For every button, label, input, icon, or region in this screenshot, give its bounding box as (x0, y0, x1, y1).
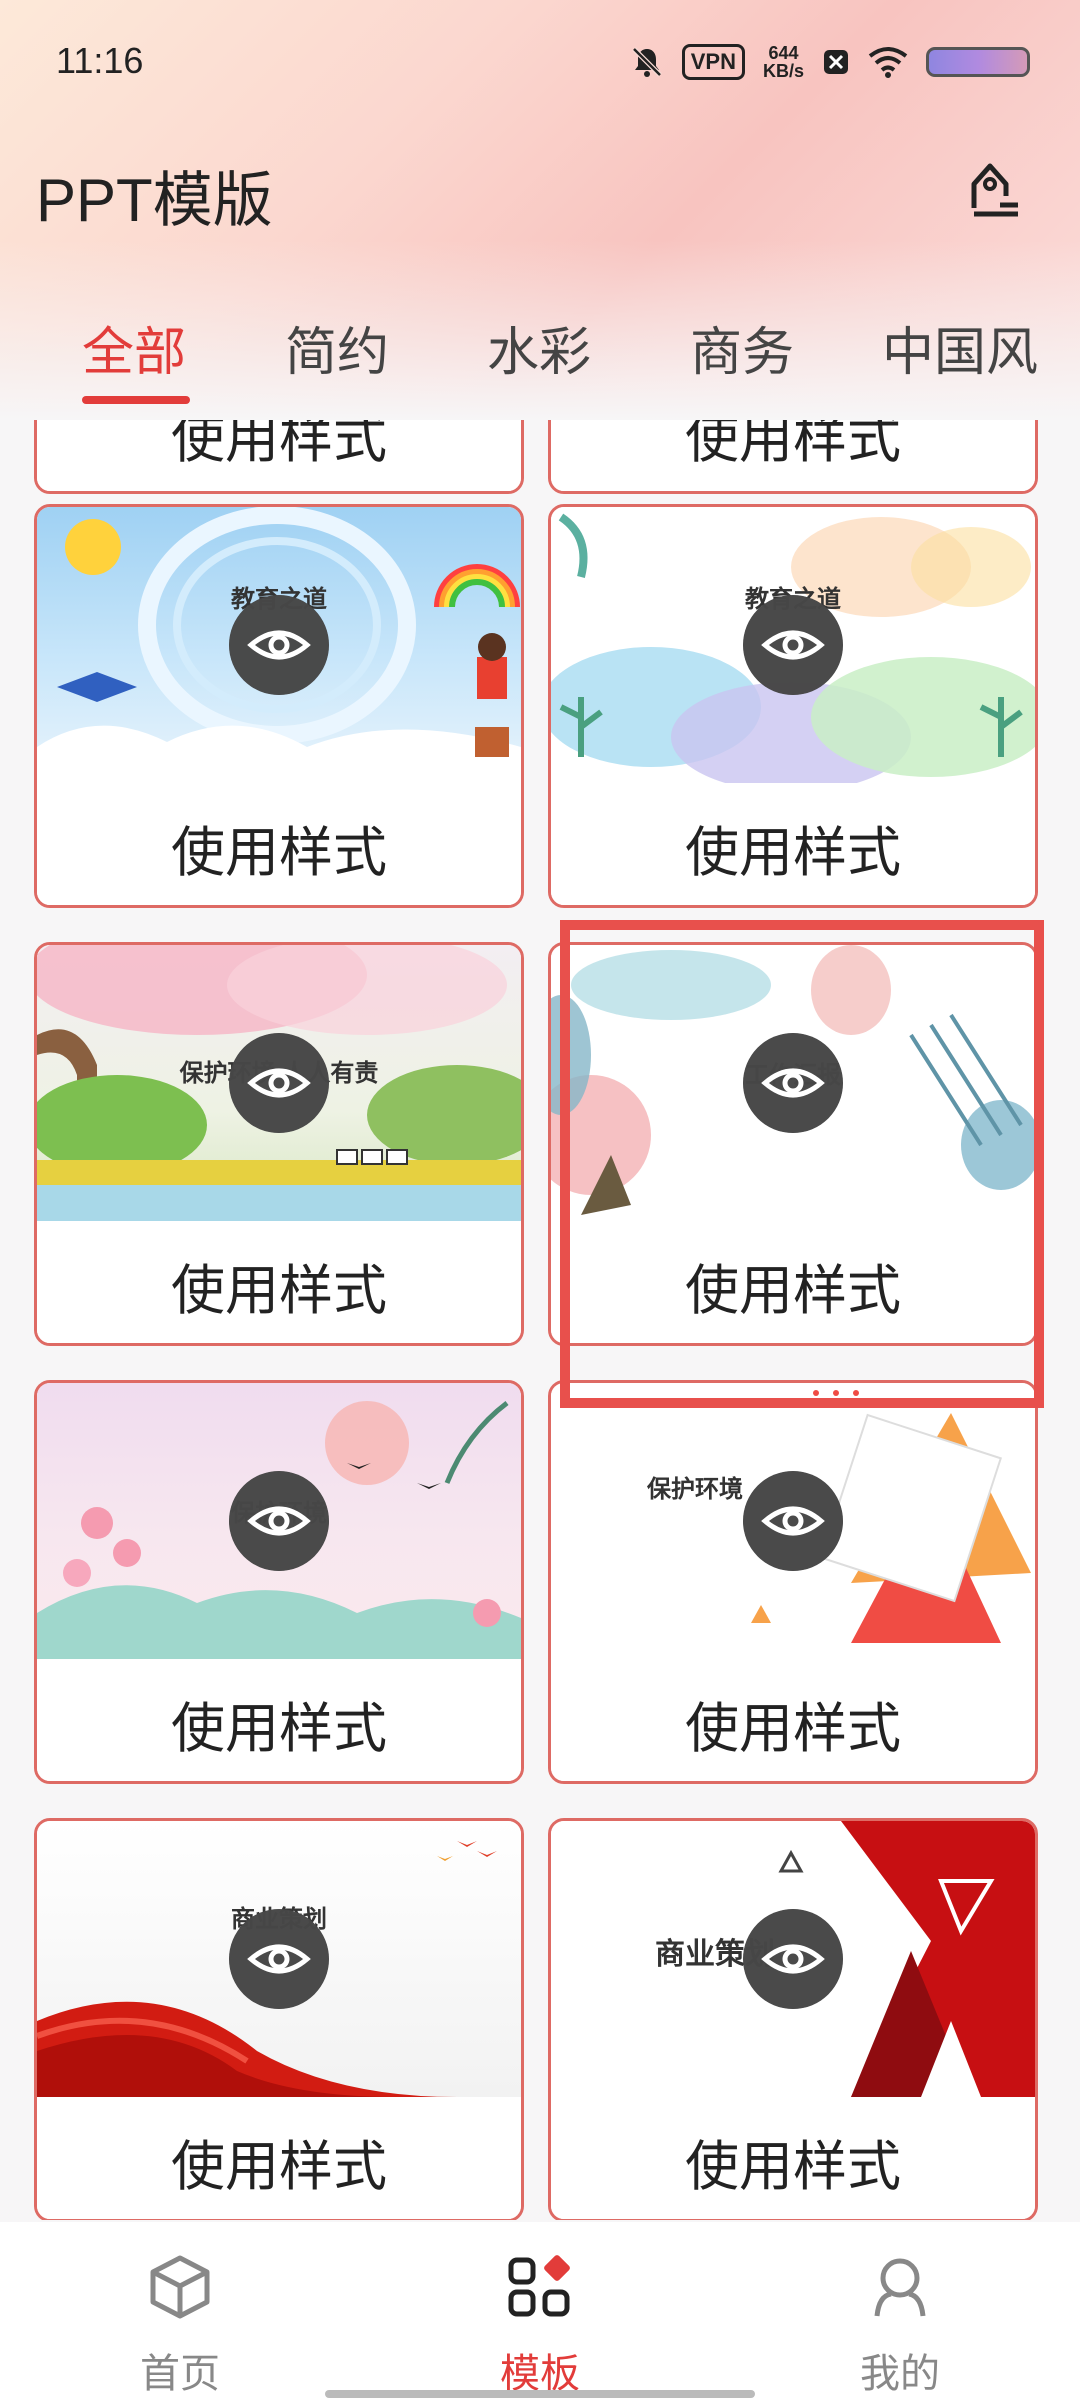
network-speed-unit: KB/s (762, 61, 804, 81)
use-style-button[interactable]: 使用样式 (37, 2097, 521, 2219)
preview-eye-icon[interactable] (229, 1471, 329, 1571)
nav-label-mine: 我的 (860, 2352, 940, 2396)
template-thumbnail: 教育之道 (551, 507, 1035, 783)
use-style-button[interactable]: 使用样式 (37, 1659, 521, 1781)
user-icon (874, 2258, 926, 2317)
template-card[interactable]: 使用样式 (34, 420, 524, 494)
use-style-button[interactable]: 使用样式 (37, 1221, 521, 1343)
template-thumbnail: 保护环境 人人有责 (37, 945, 521, 1221)
template-card[interactable]: 使用样式 (548, 420, 1038, 494)
tab-business[interactable]: 商务 (690, 310, 794, 385)
bottom-nav: 首页 模板 我的 (0, 2222, 1080, 2408)
preview-eye-icon[interactable] (229, 595, 329, 695)
wifi-icon (868, 47, 908, 78)
nav-item-templates[interactable]: 模板 (440, 2252, 640, 2399)
cube-icon (150, 2255, 210, 2319)
tab-simple[interactable]: 简约 (285, 310, 389, 385)
template-card[interactable]: 保护环境 使用样式 (34, 1380, 524, 1784)
mute-bell-icon (631, 47, 662, 77)
template-card[interactable]: 教育之道 使用样式 (34, 504, 524, 908)
use-style-button[interactable]: 使用样式 (551, 2097, 1035, 2219)
page-title: PPT模版 (36, 167, 273, 234)
template-thumbnail: 商业策划 (551, 1821, 1035, 2097)
status-icons: VPN 644 KB/s (630, 40, 1030, 84)
screen: 11:16 VPN 644 KB/s PPT模版 全部 简约 水彩 商务 中国风… (0, 0, 1080, 2408)
template-card[interactable]: 工作汇报 使用样式 (548, 942, 1038, 1346)
template-thumbnail: 工作汇报 (551, 945, 1035, 1221)
template-card[interactable]: 教育之道 使用样式 (548, 504, 1038, 908)
category-tabs: 全部 简约 水彩 商务 中国风 (0, 300, 1080, 420)
preview-eye-icon[interactable] (743, 1909, 843, 2009)
tab-active-indicator (82, 396, 190, 404)
template-card[interactable]: 商业策划 使用样式 (34, 1818, 524, 2220)
edit-note-icon[interactable] (960, 158, 1024, 222)
use-style-button[interactable]: 使用样式 (37, 420, 521, 491)
use-style-button[interactable]: 使用样式 (551, 1659, 1035, 1781)
home-indicator[interactable] (325, 2390, 755, 2398)
use-style-button[interactable]: 使用样式 (37, 783, 521, 905)
use-style-button[interactable]: 使用样式 (551, 1221, 1035, 1343)
tab-watercolor[interactable]: 水彩 (487, 310, 591, 385)
nav-item-home[interactable]: 首页 (80, 2252, 280, 2399)
preview-eye-icon[interactable] (229, 1033, 329, 1133)
template-card[interactable]: 保护环境 使用样式 (548, 1380, 1038, 1784)
preview-eye-icon[interactable] (743, 1471, 843, 1571)
template-grid: 使用样式 使用样式 使用样式 使用样式 保护环境 人人有责 使用样式 使用样式 … (0, 420, 1080, 2220)
template-thumbnail: 商业策划 (37, 1821, 521, 2097)
nav-label-home: 首页 (140, 2352, 220, 2396)
preview-eye-icon[interactable] (229, 1909, 329, 2009)
preview-eye-icon[interactable] (743, 595, 843, 695)
use-style-button[interactable]: 使用样式 (551, 420, 1035, 491)
template-card[interactable]: 保护环境 人人有责 使用样式 (34, 942, 524, 1346)
battery-icon (926, 47, 1030, 77)
template-card[interactable]: 商业策划 使用样式 (548, 1818, 1038, 2220)
tab-all[interactable]: 全部 (82, 310, 186, 385)
template-grid-icon (508, 2255, 570, 2317)
app-notification-icon (824, 50, 848, 74)
use-style-button[interactable]: 使用样式 (551, 783, 1035, 905)
preview-eye-icon[interactable] (743, 1033, 843, 1133)
network-speed: 644 KB/s (763, 44, 804, 80)
tab-chinese-style[interactable]: 中国风 (882, 310, 1038, 385)
template-thumbnail: 保护环境 (37, 1383, 521, 1659)
status-time: 11:16 (56, 40, 144, 81)
nav-item-mine[interactable]: 我的 (800, 2252, 1000, 2399)
template-thumbnail: 保护环境 (551, 1383, 1035, 1659)
network-speed-value: 644 (768, 43, 799, 63)
vpn-badge: VPN (681, 44, 745, 80)
status-bar: 11:16 VPN 644 KB/s (0, 0, 1080, 120)
thumbnail-title: 保护环境 (647, 1476, 743, 1503)
template-thumbnail: 教育之道 (37, 507, 521, 783)
